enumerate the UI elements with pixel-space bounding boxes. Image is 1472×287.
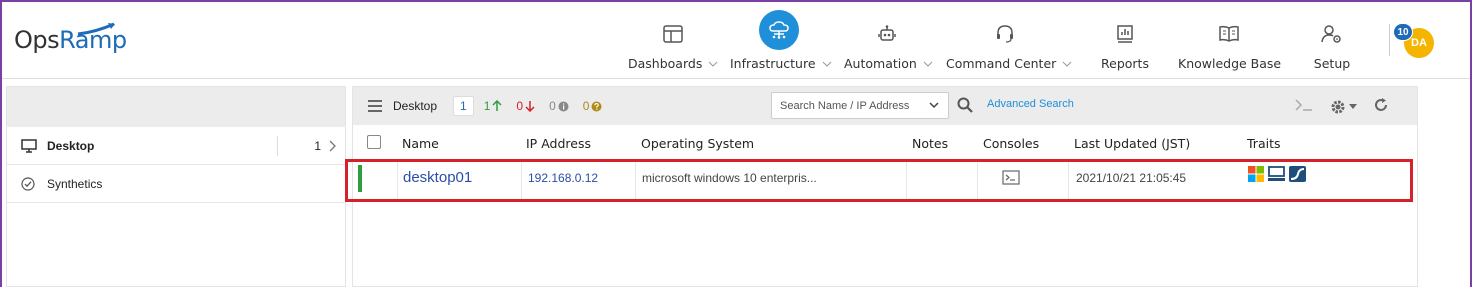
hamburger-menu-icon[interactable] <box>367 100 383 112</box>
nav-label: Automation <box>844 56 917 71</box>
toolbar-title: Desktop <box>393 99 438 113</box>
total-count-badge[interactable]: 1 <box>453 96 474 116</box>
cell-divider <box>635 162 636 199</box>
nav-label: Infrastructure <box>730 56 816 71</box>
search-input[interactable]: Search Name / IP Address <box>771 92 949 119</box>
top-navigation-bar: OpsRamp Dashboards Infrastructure Automa… <box>2 2 1470 79</box>
chevron-down-icon <box>708 61 718 67</box>
column-header-traits[interactable]: Traits <box>1247 136 1280 151</box>
sidebar-item-label: Desktop <box>47 138 95 153</box>
book-icon <box>1178 20 1280 48</box>
info-icon <box>558 101 569 111</box>
sidebar-item-synthetics[interactable]: Synthetics <box>7 165 345 203</box>
search-placeholder: Search Name / IP Address <box>780 99 910 112</box>
terminal-icon[interactable] <box>1294 98 1314 115</box>
refresh-icon[interactable] <box>1373 97 1389 116</box>
resource-type-sidebar: Desktop 1 Synthetics <box>6 86 346 287</box>
sidebar-item-count: 1 <box>314 139 321 153</box>
nav-label: Knowledge Base <box>1178 56 1282 71</box>
nav-automation[interactable]: Automation <box>844 20 933 76</box>
nav-knowledge-base[interactable]: Knowledge Base <box>1178 20 1282 76</box>
workstation-icon <box>1268 166 1285 185</box>
column-header-last-updated[interactable]: Last Updated (JST) <box>1074 136 1190 151</box>
up-count-badge[interactable]: 1 <box>484 99 503 113</box>
table-row[interactable]: desktop01 192.168.0.12 microsoft windows… <box>345 159 1413 202</box>
nav-label: Setup <box>1313 56 1351 71</box>
undefined-count-badge[interactable]: 0 <box>583 99 603 113</box>
operating-system-value: microsoft windows 10 enterpris... <box>642 171 817 185</box>
nav-dashboards[interactable]: Dashboards <box>628 20 718 76</box>
search-icon[interactable] <box>957 97 973 113</box>
unknown-count-badge[interactable]: 0 <box>549 99 569 113</box>
sidebar-header <box>7 87 345 127</box>
cell-divider <box>906 162 907 199</box>
cell-divider <box>521 162 522 199</box>
arrow-up-icon <box>492 100 502 111</box>
traits-cell <box>1248 166 1306 185</box>
select-all-checkbox[interactable] <box>367 135 381 149</box>
nav-infrastructure[interactable]: Infrastructure <box>730 10 831 76</box>
robot-icon <box>844 20 930 48</box>
report-icon <box>1096 20 1154 48</box>
chevron-down-icon[interactable] <box>928 99 940 111</box>
table-header: Name IP Address Operating System Notes C… <box>353 127 1417 159</box>
nav-label: Reports <box>1101 56 1149 71</box>
column-header-os[interactable]: Operating System <box>641 136 754 151</box>
dashboard-icon <box>628 20 718 48</box>
sidebar-item-label: Synthetics <box>47 176 103 191</box>
last-updated-value: 2021/10/21 21:05:45 <box>1076 171 1187 185</box>
check-circle-icon <box>21 176 37 191</box>
column-header-ip[interactable]: IP Address <box>526 136 591 151</box>
cell-divider <box>1068 162 1069 199</box>
advanced-search-link[interactable]: Advanced Search <box>987 98 1074 110</box>
monitor-icon <box>21 138 37 153</box>
cloud-network-icon <box>759 10 799 50</box>
nav-reports[interactable]: Reports <box>1096 20 1154 76</box>
cell-divider <box>977 162 978 199</box>
question-icon <box>591 101 602 111</box>
chevron-right-icon[interactable] <box>329 140 337 152</box>
user-gear-icon <box>1310 20 1354 48</box>
ip-address-link[interactable]: 192.168.0.12 <box>528 171 598 185</box>
down-count-badge[interactable]: 0 <box>516 99 535 113</box>
sidebar-item-desktop[interactable]: Desktop 1 <box>7 127 345 165</box>
windows-logo-icon <box>1248 166 1264 185</box>
chevron-down-icon <box>923 61 933 67</box>
nav-divider <box>1389 24 1390 56</box>
list-toolbar: Desktop 1 1 0 0 0 Search Name / IP Addre… <box>353 87 1417 125</box>
resource-name-link[interactable]: desktop01 <box>403 169 472 186</box>
chevron-down-icon <box>1062 61 1072 67</box>
console-terminal-icon[interactable] <box>1002 170 1020 188</box>
nav-label: Dashboards <box>628 56 703 71</box>
column-header-name[interactable]: Name <box>402 136 439 151</box>
logo-swoosh-icon <box>77 22 115 36</box>
caret-down-icon <box>1349 104 1357 109</box>
notification-badge[interactable]: 10 <box>1393 23 1413 41</box>
agent-trait-icon <box>1289 166 1306 185</box>
nav-setup[interactable]: Setup <box>1310 20 1354 76</box>
chevron-down-icon <box>822 61 831 67</box>
headset-icon <box>946 20 1064 48</box>
nav-command-center[interactable]: Command Center <box>946 20 1072 76</box>
column-header-consoles[interactable]: Consoles <box>983 136 1039 151</box>
nav-label: Command Center <box>946 56 1057 71</box>
column-header-notes[interactable]: Notes <box>912 136 948 151</box>
settings-gear-icon[interactable] <box>1330 99 1357 115</box>
status-indicator-up <box>358 165 362 192</box>
cell-divider <box>397 162 398 199</box>
resource-list-panel: Desktop 1 1 0 0 0 Search Name / IP Addre… <box>345 86 1418 287</box>
arrow-down-icon <box>525 101 535 112</box>
